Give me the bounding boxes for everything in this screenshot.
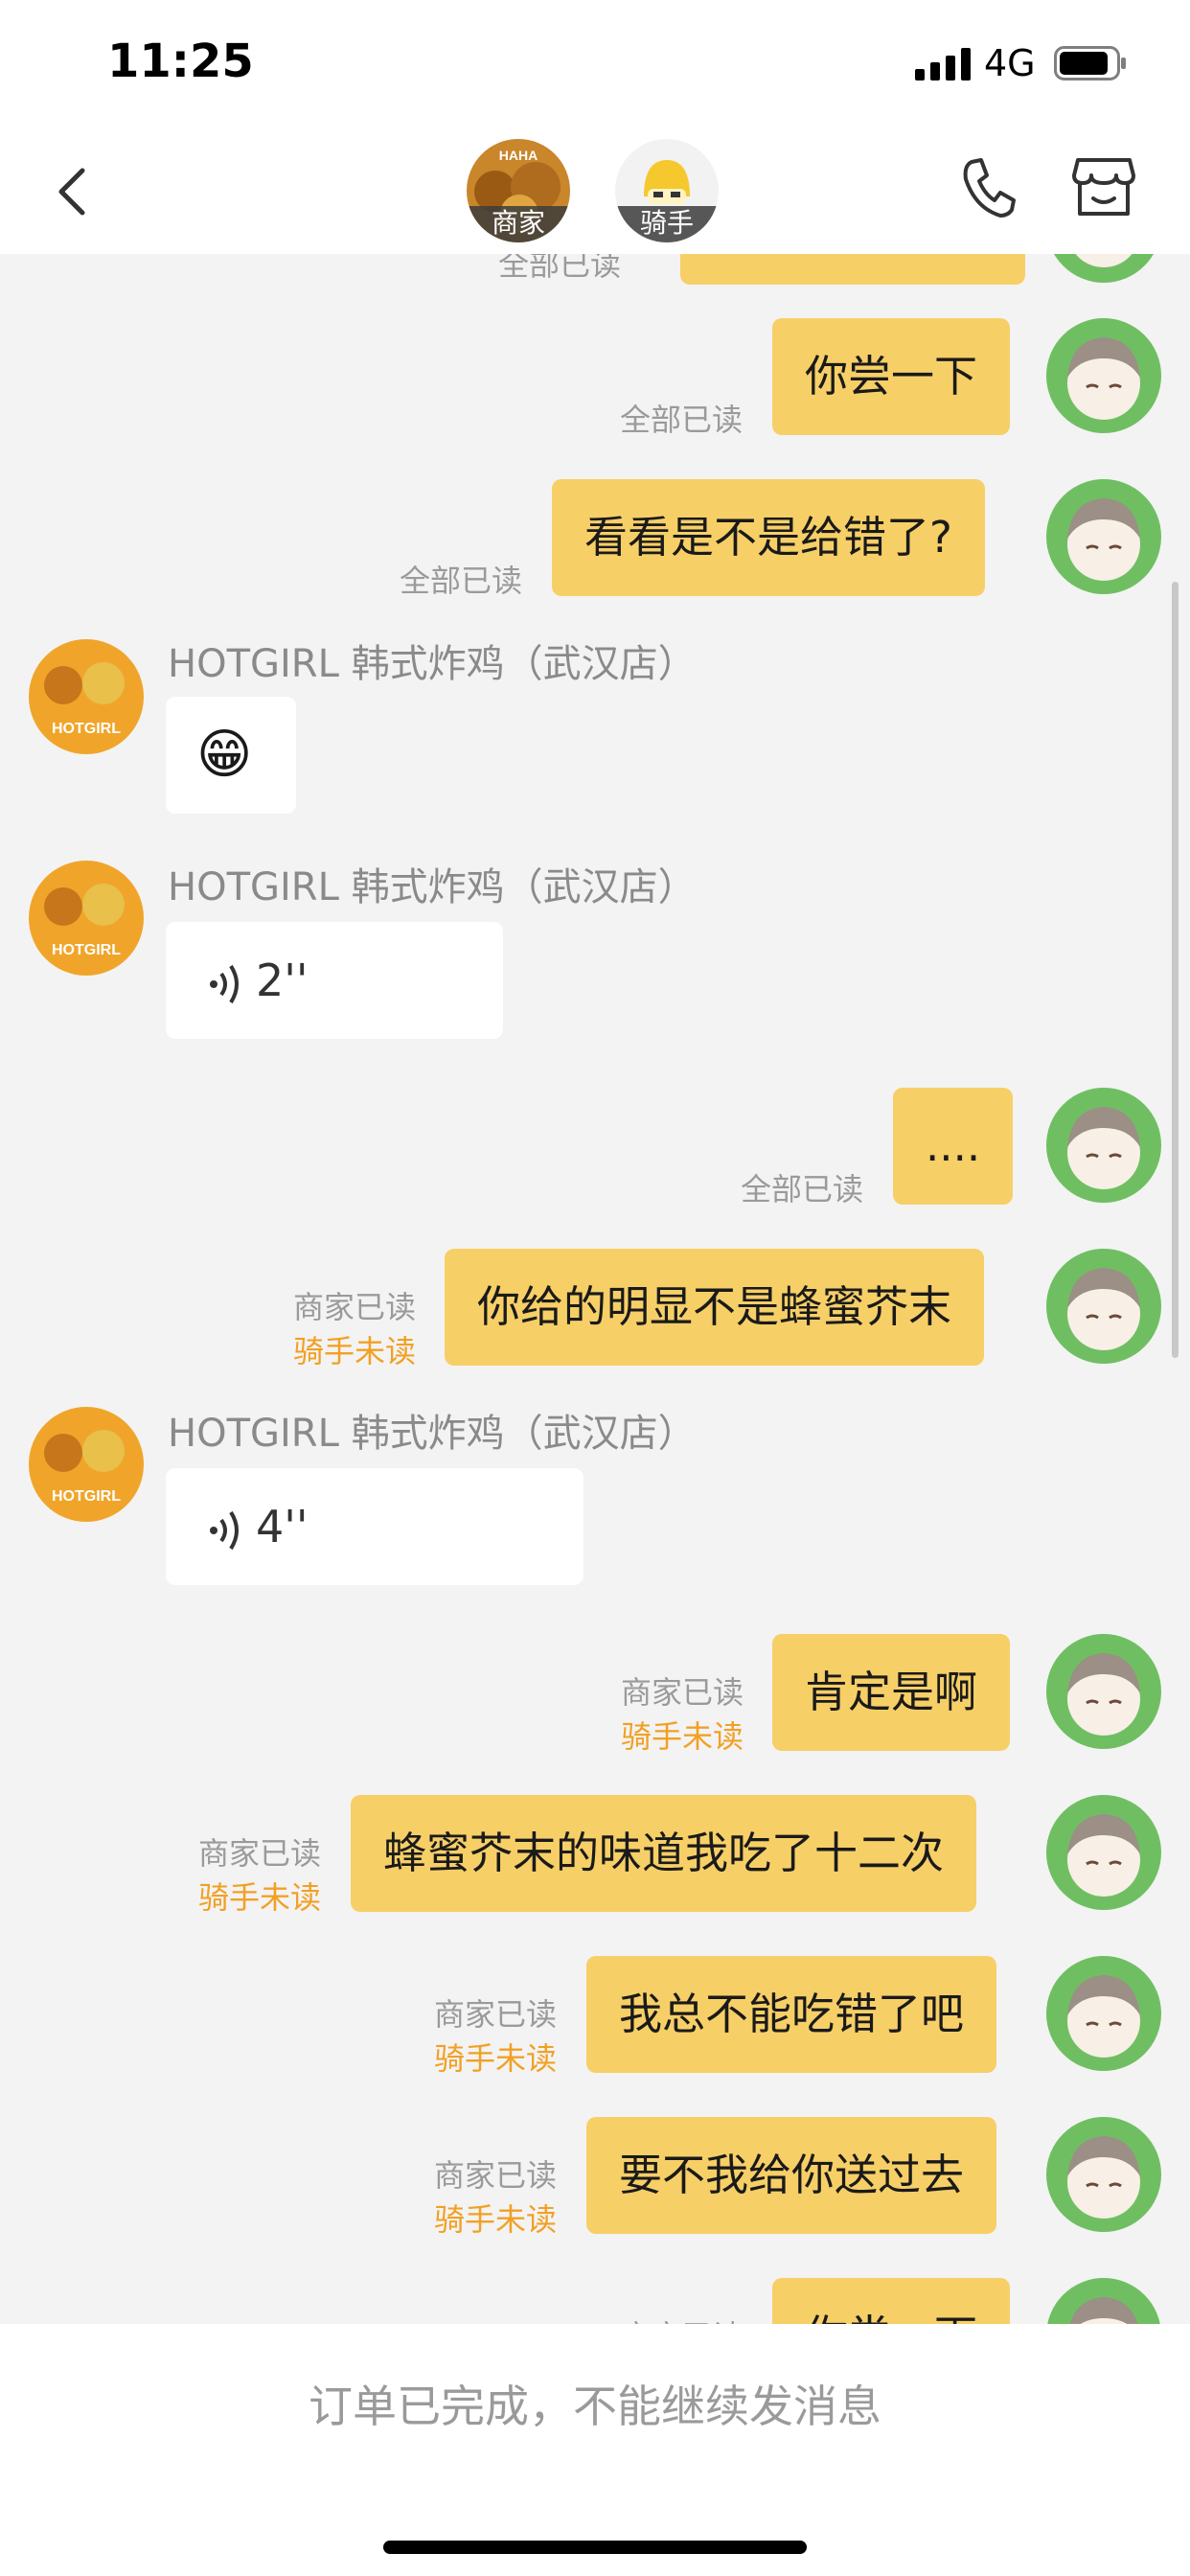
nav-bar: HAHA 商家 骑手 [0,129,1190,254]
sender-name: HOTGIRL 韩式炸鸡（武汉店） [168,865,697,909]
svg-text:HOTGIRL: HOTGIRL [52,721,121,737]
voice-message[interactable]: 2'' [166,922,503,1039]
footer-bar: 订单已完成，不能继续发消息 [0,2324,1190,2576]
user-avatar-icon [1046,1795,1161,1910]
shop-avatar[interactable]: HOTGIRL [29,861,144,976]
user-avatar[interactable] [1046,1956,1161,2071]
merchant-read-status: 商家已读 [434,2157,558,2194]
message-bubble[interactable]: 你给的明显不是蜂蜜芥末 [445,1249,985,1366]
rider-avatar[interactable]: 骑手 [615,139,719,242]
merchant-label: 商家 [467,206,570,242]
back-arrow-icon[interactable] [54,163,92,220]
merchant-avatar[interactable]: HAHA 商家 [467,139,570,242]
user-avatar-icon [1046,1249,1161,1364]
message-bubble[interactable]: 要不我给你送过去 [586,2117,997,2234]
signal-icon [915,48,971,80]
rider-read-status: 骑手未读 [434,2201,558,2238]
rider-read-status: 骑手未读 [198,1879,322,1916]
merchant-read-status: 商家已读 [621,1674,744,1711]
message-bubble[interactable]: 我总不能吃错了吧 [586,1956,997,2073]
read-status: 全部已读 [498,254,622,283]
status-bar: 11:25 4G [0,0,1190,129]
user-avatar[interactable] [1046,1249,1161,1364]
home-indicator[interactable] [383,2541,807,2554]
rider-read-status: 骑手未读 [621,1718,744,1755]
message-bubble[interactable]: 你尝一下 [772,2278,1011,2324]
svg-text:HOTGIRL: HOTGIRL [52,942,121,958]
message-bubble[interactable]: 你尝一下 [772,318,1011,435]
voice-message[interactable]: 4'' [166,1468,584,1585]
grin-emoji: 😁 [196,724,253,786]
user-avatar-icon [1046,254,1161,283]
user-avatar[interactable] [1046,1088,1161,1203]
message-bubble[interactable]: 肯定是啊 [772,1634,1011,1751]
voice-wave-icon [210,964,239,1003]
read-status: 全部已读 [400,563,523,599]
user-avatar[interactable] [1046,1795,1161,1910]
svg-text:HAHA: HAHA [499,148,538,163]
order-complete-notice: 订单已完成，不能继续发消息 [309,2380,881,2432]
message-bubble[interactable]: 看看是不是给错了? [552,479,985,596]
message-bubble[interactable]: .... [893,1088,1014,1205]
shop-logo-icon: HOTGIRL [29,861,144,976]
read-status: 全部已读 [741,1171,864,1208]
user-avatar-icon [1046,1956,1161,2071]
user-avatar-icon [1046,318,1161,433]
network-type: 4G [984,42,1036,84]
rider-label: 骑手 [615,206,719,242]
voice-duration: 2'' [256,954,309,1006]
chat-screen: 11:25 4G HAHA 商家 骑手 全部已读 你尝一下 全部已读 看看是不是… [0,0,1190,2576]
user-avatar[interactable] [1046,2117,1161,2232]
shop-logo-icon: HOTGIRL [29,639,144,754]
user-avatar[interactable] [1046,2278,1161,2324]
merchant-read-status: 商家已读 [621,2312,744,2324]
user-avatar[interactable] [1046,479,1161,594]
svg-text:HOTGIRL: HOTGIRL [52,1488,121,1505]
sender-name: HOTGIRL 韩式炸鸡（武汉店） [168,642,697,686]
message-bubble[interactable] [680,254,1025,285]
voice-wave-icon [210,1510,239,1550]
merchant-read-status: 商家已读 [198,1835,322,1872]
shop-avatar[interactable]: HOTGIRL [29,1407,144,1522]
rider-read-status: 骑手未读 [434,2040,558,2077]
rider-read-status: 骑手未读 [293,1333,417,1369]
user-avatar[interactable] [1046,1634,1161,1749]
user-avatar-icon [1046,1634,1161,1749]
user-avatar-icon [1046,2278,1161,2324]
sender-name: HOTGIRL 韩式炸鸡（武汉店） [168,1412,697,1456]
user-avatar-icon [1046,2117,1161,2232]
merchant-read-status: 商家已读 [434,1996,558,2033]
user-avatar-icon [1046,479,1161,594]
chat-list[interactable]: 全部已读 你尝一下 全部已读 看看是不是给错了? 全部已读 HOTGIRL HO… [0,254,1190,2324]
read-status: 全部已读 [620,402,744,438]
status-time: 11:25 [107,34,254,88]
store-icon[interactable] [1070,154,1137,219]
message-bubble[interactable]: 😁 [166,697,296,814]
scrollbar[interactable] [1172,582,1179,1358]
phone-icon[interactable] [958,156,1016,219]
user-avatar[interactable] [1046,318,1161,433]
shop-avatar[interactable]: HOTGIRL [29,639,144,754]
merchant-read-status: 商家已读 [293,1289,417,1325]
voice-duration: 4'' [256,1501,309,1552]
user-avatar-icon [1046,1088,1161,1203]
shop-logo-icon: HOTGIRL [29,1407,144,1522]
message-bubble[interactable]: 蜂蜜芥末的味道我吃了十二次 [351,1795,977,1912]
battery-icon [1054,46,1126,80]
user-avatar[interactable] [1046,254,1161,283]
